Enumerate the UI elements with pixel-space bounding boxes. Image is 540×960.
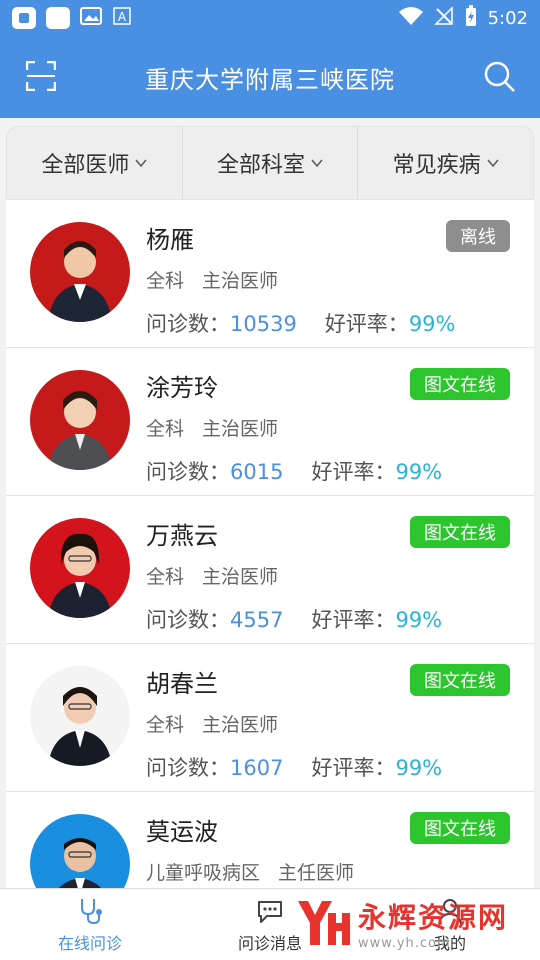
filter-label: 全部医师: [41, 153, 130, 178]
department-label: 全科: [146, 566, 185, 588]
rating-label: 好评率：: [311, 608, 396, 632]
filter-doctors[interactable]: 全部医师: [7, 127, 183, 199]
app-icon: [46, 7, 70, 29]
doctor-name: 胡春兰: [146, 670, 218, 698]
consult-label: 问诊数：: [146, 312, 230, 336]
doctor-card[interactable]: 胡春兰 图文在线 全科 主治医师 问诊数：1607 好评率：99%: [6, 644, 534, 792]
doctor-avatar: [30, 518, 130, 618]
rating-label: 好评率：: [311, 460, 396, 484]
doctor-avatar: [30, 222, 130, 322]
doctor-department: 全科 主治医师: [146, 562, 278, 589]
status-badge: 图文在线: [410, 664, 510, 696]
doctor-title: 主治医师: [202, 566, 279, 588]
search-icon[interactable]: [484, 61, 516, 93]
tab-label: 在线问诊: [57, 933, 122, 953]
doctor-title: 主治医师: [202, 418, 279, 440]
doctor-stats: 问诊数：6015 好评率：99%: [146, 456, 442, 486]
department-label: 全科: [146, 270, 185, 292]
doctor-avatar: [30, 814, 130, 888]
doctor-stats: 问诊数：10539 好评率：99%: [146, 308, 456, 338]
doctor-avatar: [30, 666, 130, 766]
doctor-title: 主治医师: [202, 714, 279, 736]
doctor-name: 莫运波: [146, 818, 218, 846]
watermark-title: 永辉资源网: [358, 900, 509, 934]
doctor-list: 杨雁 离线 全科 主治医师 问诊数：10539 好评率：99% 涂芳玲 图文在线 全…: [6, 200, 534, 888]
chevron-down-icon: [135, 159, 147, 168]
doctor-card[interactable]: 万燕云 图文在线 全科 主治医师 问诊数：4557 好评率：99%: [6, 496, 534, 644]
wifi-icon: [398, 6, 424, 31]
filter-label: 常见疾病: [392, 153, 481, 178]
doctor-card[interactable]: 涂芳玲 图文在线 全科 主治医师 问诊数：6015 好评率：99%: [6, 348, 534, 496]
app-header: 重庆大学附属三峡医院: [0, 36, 540, 118]
chevron-down-icon: [311, 159, 323, 168]
status-badge: 离线: [446, 220, 510, 252]
stethoscope-icon: [81, 898, 102, 924]
clock-time: 5:02: [487, 7, 528, 29]
watermark-logo-icon: [298, 901, 350, 945]
status-bar: A 5:02: [0, 0, 540, 36]
no-signal-icon: [433, 5, 454, 31]
battery-icon: [464, 4, 478, 32]
a-icon: A: [112, 6, 132, 30]
doctor-name: 涂芳玲: [146, 374, 218, 402]
doctor-department: 全科 主治医师: [146, 414, 278, 441]
doctor-department: 儿童呼吸病区 主任医师: [146, 858, 354, 885]
doctor-card[interactable]: 莫运波 图文在线 儿童呼吸病区 主任医师: [6, 792, 534, 888]
image-icon: [80, 6, 102, 30]
rating-label: 好评率：: [311, 756, 396, 780]
tab-online-consult[interactable]: 在线问诊: [0, 889, 180, 960]
rating-label: 好评率：: [324, 312, 409, 336]
filter-bar: 全部医师 全部科室 常见疾病: [6, 126, 534, 200]
rating-value: 99%: [395, 756, 443, 780]
doctor-avatar: [30, 370, 130, 470]
department-label: 儿童呼吸病区: [146, 862, 261, 884]
page-title: 重庆大学附属三峡医院: [145, 65, 395, 94]
doctor-name: 杨雁: [146, 226, 194, 254]
scan-icon[interactable]: [26, 61, 56, 91]
consult-count: 6015: [230, 460, 284, 484]
department-label: 全科: [146, 418, 185, 440]
doctor-stats: 问诊数：4557 好评率：99%: [146, 604, 442, 634]
chevron-down-icon: [487, 159, 499, 168]
notification-icon: [12, 7, 36, 29]
watermark: 永辉资源网 www.yh.com: [292, 890, 532, 956]
consult-label: 问诊数：: [146, 608, 230, 632]
filter-diseases[interactable]: 常见疾病: [358, 127, 533, 199]
consult-count: 4557: [230, 608, 284, 632]
svg-text:A: A: [118, 10, 127, 24]
doctor-title: 主任医师: [278, 862, 355, 884]
doctor-name: 万燕云: [146, 522, 218, 550]
department-label: 全科: [146, 714, 185, 736]
watermark-url: www.yh.com: [358, 935, 451, 951]
filter-departments[interactable]: 全部科室: [183, 127, 359, 199]
doctor-stats: 问诊数：1607 好评率：99%: [146, 752, 442, 782]
consult-label: 问诊数：: [146, 460, 230, 484]
consult-count: 1607: [230, 756, 284, 780]
filter-label: 全部科室: [217, 153, 306, 178]
doctor-card[interactable]: 杨雁 离线 全科 主治医师 问诊数：10539 好评率：99%: [6, 200, 534, 348]
status-badge: 图文在线: [410, 368, 510, 400]
status-badge: 图文在线: [410, 812, 510, 844]
status-badge: 图文在线: [410, 516, 510, 548]
chat-bubble-icon: [258, 900, 282, 923]
doctor-title: 主治医师: [202, 270, 279, 292]
rating-value: 99%: [408, 312, 456, 336]
doctor-department: 全科 主治医师: [146, 266, 278, 293]
doctor-department: 全科 主治医师: [146, 710, 278, 737]
consult-label: 问诊数：: [146, 756, 230, 780]
consult-count: 10539: [230, 312, 297, 336]
rating-value: 99%: [395, 460, 443, 484]
rating-value: 99%: [395, 608, 443, 632]
